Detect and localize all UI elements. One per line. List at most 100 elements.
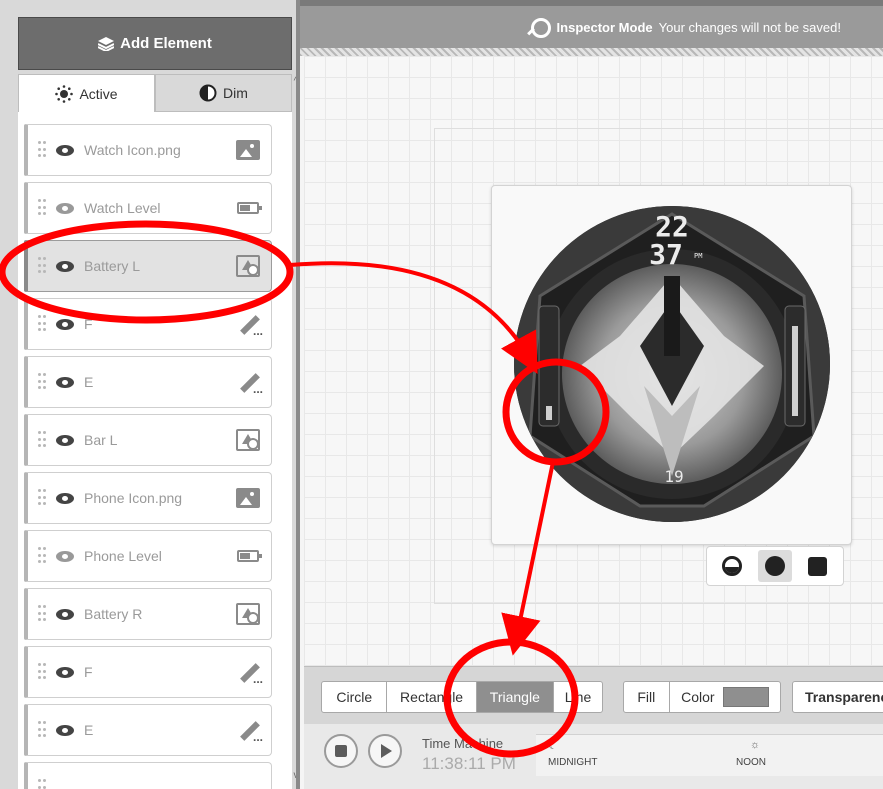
tab-dim-label: Dim (223, 85, 248, 101)
layer-item[interactable]: Bar L (24, 414, 272, 466)
noon-label: NOON (736, 757, 766, 768)
visibility-eye-icon[interactable] (56, 608, 74, 620)
layer-item-partial[interactable] (24, 762, 272, 789)
design-canvas[interactable]: 22 37 PM 19 (304, 56, 883, 666)
banner-stripe (300, 48, 883, 56)
visibility-eye-icon[interactable] (56, 202, 74, 214)
drag-handle-icon[interactable] (38, 431, 46, 449)
layer-item[interactable]: Watch Icon.png (24, 124, 272, 176)
drag-handle-icon[interactable] (38, 315, 46, 333)
inspector-warning: Your changes will not be saved! (658, 19, 841, 35)
drag-handle-icon[interactable] (38, 721, 46, 739)
drag-handle-icon[interactable] (38, 547, 46, 565)
tab-active-label: Active (79, 85, 118, 102)
layer-type-image-icon (235, 486, 261, 510)
drag-handle-icon[interactable] (38, 663, 46, 681)
play-button[interactable] (368, 734, 402, 768)
layer-label: Phone Level (84, 548, 162, 564)
layer-item[interactable]: F (24, 298, 272, 350)
layer-label: Bar L (84, 432, 118, 448)
inspector-icon (527, 18, 551, 38)
layer-type-image-icon (235, 138, 261, 162)
layer-type-text-icon (235, 718, 263, 744)
layer-label: E (84, 722, 94, 738)
layer-label: Watch Icon.png (84, 142, 181, 158)
visibility-eye-icon[interactable] (56, 376, 74, 388)
drag-handle-icon[interactable] (38, 779, 46, 789)
watch-face-art: 22 37 PM 19 (514, 206, 830, 522)
color-label: Color (681, 689, 715, 705)
visibility-eye-icon[interactable] (56, 724, 74, 736)
dim-ambient-icon (722, 556, 743, 576)
color-swatch (722, 687, 769, 707)
layer-item[interactable]: Phone Icon.png (24, 472, 272, 524)
visibility-eye-icon[interactable] (56, 550, 74, 562)
square-preview-button[interactable] (801, 550, 835, 582)
visibility-eye-icon[interactable] (56, 434, 74, 446)
tab-active[interactable]: Active (18, 74, 155, 112)
layer-item[interactable]: Watch Level (24, 182, 272, 234)
tab-dim[interactable]: Dim (155, 74, 292, 112)
drag-handle-icon[interactable] (38, 257, 46, 275)
layers-icon (98, 36, 115, 51)
layer-item[interactable]: E (24, 356, 272, 408)
moon-icon: ☾ (548, 740, 558, 752)
shape-rectangle-button[interactable]: Rectangle (387, 682, 477, 712)
shape-circle-button[interactable]: Circle (322, 682, 388, 712)
visibility-eye-icon[interactable] (56, 666, 74, 678)
drag-handle-icon[interactable] (38, 605, 46, 623)
square-icon (808, 556, 828, 576)
layer-label: Watch Level (84, 200, 161, 216)
scroll-down-arrow[interactable]: v (292, 770, 297, 781)
layer-type-text-icon (235, 660, 263, 686)
time-slider[interactable]: ☾ MIDNIGHT ☼ NOON (536, 734, 883, 776)
app-window: Add Element Active Dim Watch Icon.png Wa… (0, 0, 883, 789)
sun-icon (55, 84, 74, 103)
drag-handle-icon[interactable] (38, 489, 46, 507)
watch-face-preview[interactable]: 22 37 PM 19 (514, 206, 830, 522)
visibility-eye-icon[interactable] (56, 144, 74, 156)
fill-color-group: Fill Color (623, 681, 781, 713)
visibility-eye-icon[interactable] (56, 318, 74, 330)
transparency-control[interactable]: Transparency (792, 681, 883, 713)
add-element-label: Add Element (120, 35, 212, 52)
ambient-preview-button[interactable] (715, 550, 749, 582)
layer-item[interactable]: Battery R (24, 588, 272, 640)
shape-toolbar: Circle Rectangle Triangle Line Fill Colo… (304, 666, 883, 724)
layer-label: Phone Icon.png (84, 490, 183, 506)
visibility-eye-icon[interactable] (56, 260, 74, 272)
round-preview-button[interactable] (757, 550, 792, 582)
contrast-icon (199, 84, 217, 102)
time-machine-title: Time Machine (422, 736, 504, 751)
layer-type-shape-icon (235, 428, 261, 452)
layer-item[interactable]: E (24, 704, 272, 756)
drag-handle-icon[interactable] (38, 373, 46, 391)
layer-item[interactable]: Battery L (24, 240, 272, 292)
color-picker[interactable]: Color (670, 682, 780, 712)
sun-small-icon: ☼ (750, 739, 761, 751)
layer-item[interactable]: F (24, 646, 272, 698)
layer-type-text-icon (235, 312, 263, 338)
shape-triangle-button[interactable]: Triangle (476, 682, 554, 712)
layers-panel: Add Element Active Dim Watch Icon.png Wa… (0, 0, 300, 789)
stop-button[interactable] (324, 734, 358, 768)
inspector-banner: Inspector Mode Your changes will not be … (300, 0, 883, 48)
layer-list-scroll[interactable]: Watch Icon.png Watch Level Battery L F E Bar … (18, 112, 292, 789)
layer-type-battery-icon (235, 196, 262, 220)
scroll-up-arrow[interactable]: ^ (292, 76, 296, 87)
inspector-mode-label: Inspector Mode (556, 19, 653, 35)
watch-minutes: 37 (649, 238, 683, 271)
layer-type-shape-icon (235, 602, 261, 626)
fill-toggle[interactable]: Fill (624, 682, 670, 712)
shape-line-button[interactable]: Line (554, 682, 602, 712)
mode-tabs: Active Dim (18, 74, 292, 112)
visibility-eye-icon[interactable] (56, 492, 74, 504)
watch-date: 19 (664, 467, 683, 486)
watch-ampm: PM (694, 252, 702, 260)
drag-handle-icon[interactable] (38, 141, 46, 159)
shape-type-selector: Circle Rectangle Triangle Line (321, 681, 603, 713)
add-element-button[interactable]: Add Element (18, 17, 292, 70)
layer-label: F (84, 664, 93, 680)
drag-handle-icon[interactable] (38, 199, 46, 217)
layer-item[interactable]: Phone Level (24, 530, 272, 582)
